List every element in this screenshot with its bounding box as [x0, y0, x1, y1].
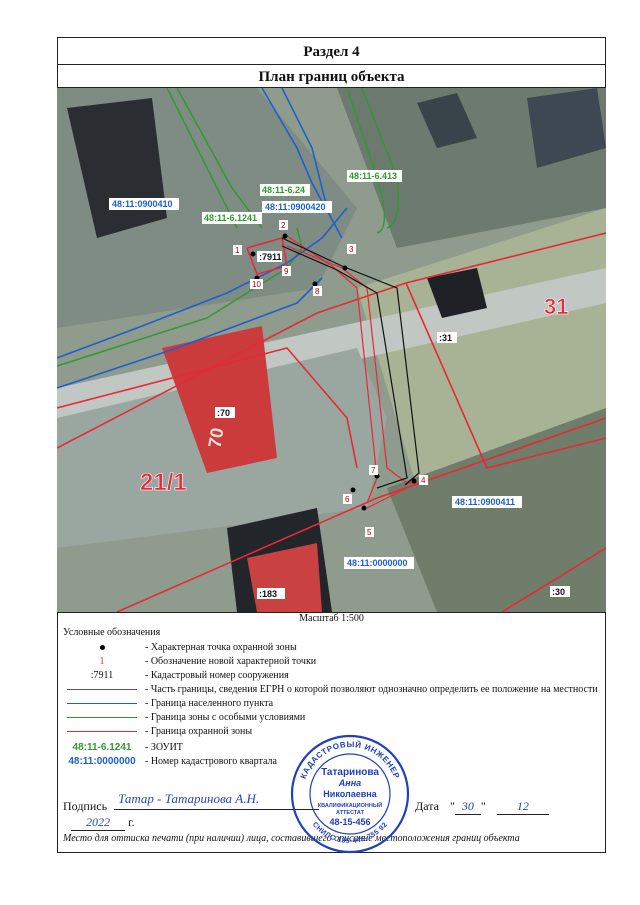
stamp-name: Николаевна — [323, 789, 377, 799]
date-day: 30 — [454, 799, 481, 815]
zone-label: 48:11-6.1241 — [204, 213, 257, 223]
point-label: 9 — [284, 267, 289, 276]
house-number-mark: 31 — [544, 294, 568, 319]
char-point — [250, 251, 256, 257]
stamp-name: Анна — [338, 778, 361, 788]
point-label: 4 — [421, 476, 426, 485]
char-point — [361, 505, 367, 511]
map-svg: 1 2 3 4 5 6 7 8 9 10 48:11:0900410 48:11… — [57, 88, 606, 612]
roof-number-mark: 70 — [204, 426, 227, 449]
point-label: 8 — [315, 287, 320, 296]
legend-row: 1 - Обозначение новой характерной точки — [99, 655, 317, 667]
char-point — [350, 487, 356, 493]
parcel-label: :30 — [552, 587, 565, 597]
date-month: 12 — [496, 799, 549, 815]
legend-title: Условные обозначения — [63, 627, 161, 638]
map-scale: Масштаб 1:500 — [299, 613, 364, 624]
char-point — [411, 478, 417, 484]
point-label: 3 — [349, 245, 354, 254]
parcel-label: :7911 — [259, 252, 282, 262]
plan-title: План границ объекта — [57, 64, 606, 88]
green-line-symbol — [67, 716, 137, 718]
parcel-label: :70 — [217, 408, 230, 418]
stamp-name: Татаринова — [321, 767, 379, 778]
engineer-stamp: КАДАСТРОВЫЙ ИНЖЕНЕР СНИЛС 135-445-755 92… — [290, 734, 410, 854]
char-point — [342, 265, 348, 271]
date-year: 2022 — [71, 815, 125, 831]
zone-label: 48:11-6.413 — [349, 171, 397, 181]
egrn-line-symbol — [67, 688, 137, 690]
char-point — [282, 233, 288, 239]
dot-symbol — [99, 644, 105, 650]
svg-text:КВАЛИФИКАЦИОННЫЙ: КВАЛИФИКАЦИОННЫЙ — [318, 801, 382, 809]
zone-label: 48:11-6.24 — [262, 185, 305, 195]
point-label: 6 — [345, 495, 350, 504]
legend-row: - Часть границы, сведения ЕГРН о которой… — [63, 682, 598, 696]
blue-line-symbol — [67, 702, 137, 704]
section-title: Раздел 4 — [303, 44, 360, 60]
handwritten-signature: Татар - Татаринова А.Н. — [118, 791, 260, 806]
quarter-label: 48:11:0000000 — [347, 558, 408, 568]
parcel-label: :31 — [439, 333, 452, 343]
point-label: 5 — [367, 528, 372, 537]
quarter-label: 48:11:0900420 — [265, 202, 326, 212]
quarter-label: 48:11:0900410 — [112, 199, 173, 209]
house-number-mark: 21/1 — [140, 469, 187, 496]
legend-row: - Характерная точка охранной зоны — [63, 640, 297, 654]
point-label: 10 — [252, 280, 261, 289]
red-line-symbol — [67, 730, 137, 732]
char-point — [312, 281, 318, 287]
legend-row: - Граница охранной зоны — [63, 724, 252, 738]
legend-row: :7911 - Кадастровый номер сооружения — [90, 669, 289, 681]
legend-row: 48:11-6.1241 - ЗОУИТ — [72, 741, 183, 753]
point-label: 1 — [235, 246, 240, 255]
point-label: 2 — [281, 221, 286, 230]
stamp-cert-number: 48-15-456 — [329, 817, 370, 827]
legend-row: 48:11:0000000 - Номер кадастрового кварт… — [68, 755, 277, 767]
legend-row: - Граница населенного пункта — [63, 696, 273, 710]
svg-text:АТТЕСТАТ: АТТЕСТАТ — [336, 810, 365, 816]
quarter-label: 48:11:0900411 — [455, 497, 515, 507]
point-label: 7 — [371, 466, 376, 475]
legend-row: - Граница зоны с особыми условиями — [63, 710, 305, 724]
map-panel: 1 2 3 4 5 6 7 8 9 10 48:11:0900410 48:11… — [57, 88, 606, 613]
parcel-label: :183 — [259, 589, 277, 599]
